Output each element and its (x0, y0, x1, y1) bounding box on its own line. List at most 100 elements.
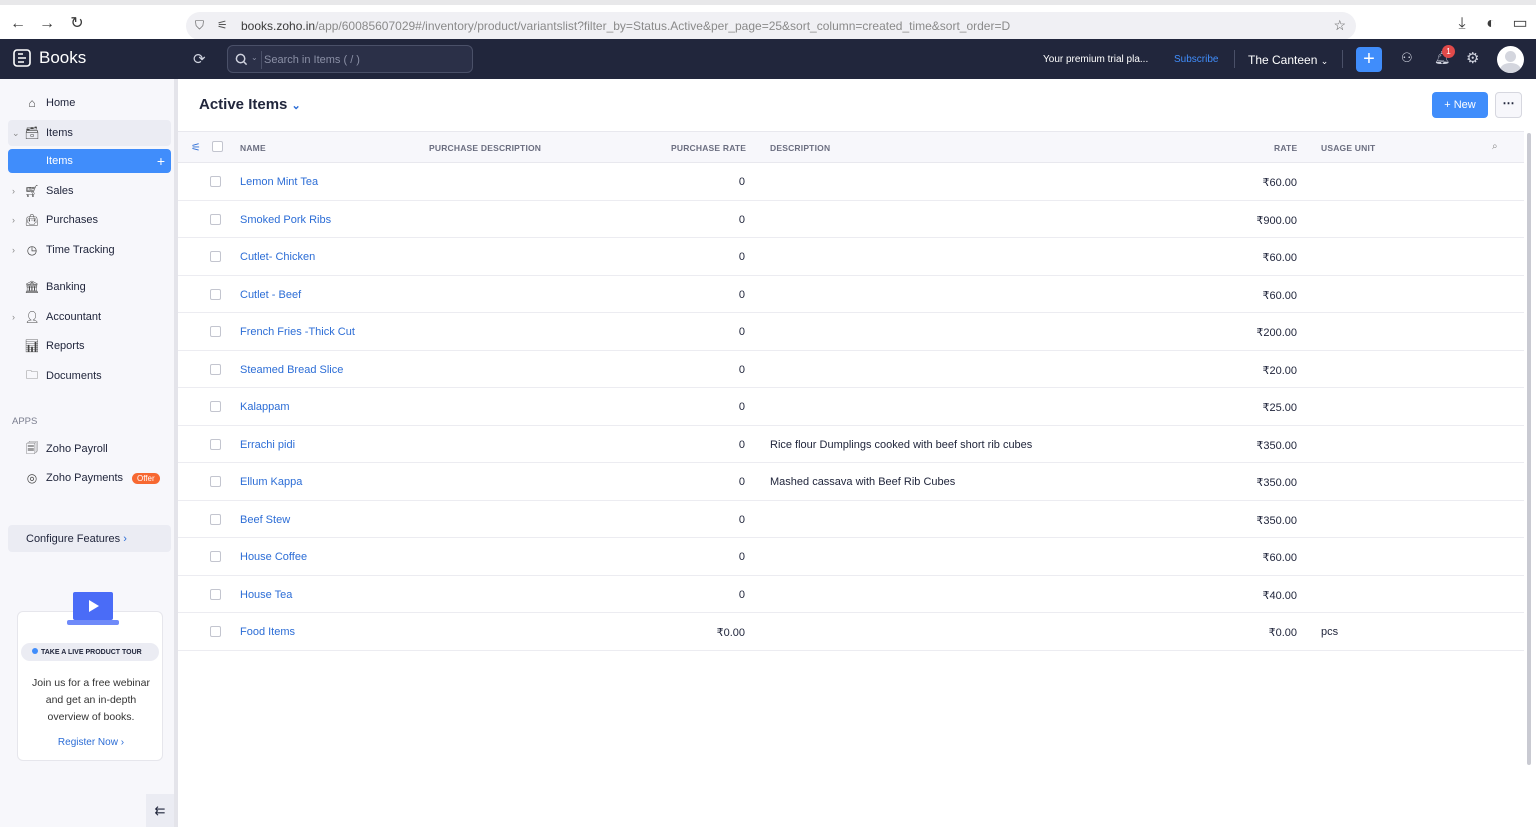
collapse-sidebar-icon[interactable]: ⇇ (146, 794, 174, 827)
sidebar-item-reports[interactable]: 📊︎ Reports (8, 333, 171, 359)
new-item-button[interactable]: + New (1432, 92, 1488, 118)
purchase-rate-cell: 0 (738, 326, 745, 338)
item-name-link[interactable]: Cutlet - Beef (240, 289, 301, 301)
more-options-button[interactable]: ⋯ (1495, 92, 1522, 118)
description-cell: Mashed cassava with Beef Rib Cubes (770, 476, 956, 488)
row-checkbox[interactable] (210, 326, 221, 337)
users-icon[interactable]: ⚇ (1401, 50, 1413, 66)
row-checkbox[interactable] (210, 476, 221, 487)
table-row[interactable]: Ellum Kappa 0 Mashed cassava with Beef Rib… (178, 463, 1524, 501)
browser-toolbar: ← → ↻ ⛉ ⚟ books.zoho.in/app/60085607029#… (0, 0, 1536, 40)
table-row[interactable]: Smoked Pork Ribs 0 ₹900.00 (178, 201, 1524, 238)
search-input[interactable] (264, 51, 464, 69)
item-name-link[interactable]: Smoked Pork Ribs (240, 214, 331, 226)
column-settings-icon[interactable]: ⚟ (191, 141, 201, 154)
sidebar-item-time-tracking[interactable]: › ◷ Time Tracking (8, 237, 171, 263)
download-icon[interactable]: ⤓ (1453, 15, 1471, 33)
row-checkbox[interactable] (210, 513, 221, 525)
table-row[interactable]: Lemon Mint Tea 0 ₹60.00 (178, 163, 1524, 201)
org-switcher[interactable]: The Canteen ⌄ (1248, 53, 1328, 67)
chevron-down-icon[interactable]: ⌄ (251, 53, 258, 62)
subscribe-link[interactable]: Subscribe (1174, 54, 1218, 65)
sidebar-item-zoho-payroll[interactable]: 🗐 Zoho Payroll (8, 436, 171, 462)
table-row[interactable]: Kalappam 0 ₹25.00 (178, 388, 1524, 426)
column-name[interactable]: NAME (240, 143, 266, 153)
table-row[interactable]: House Coffee 0 ₹60.00 (178, 538, 1524, 576)
purchase-rate-cell: 0 (738, 176, 745, 188)
item-name-link[interactable]: Ellum Kappa (240, 476, 302, 488)
laptop-video-icon (67, 592, 119, 625)
table-row[interactable]: French Fries -Thick Cut 0 ₹200.00 (178, 313, 1524, 351)
plus-icon[interactable]: + (157, 153, 165, 169)
table-row[interactable]: Errachi pidi 0 Rice flour Dumplings cooked… (178, 426, 1524, 463)
row-checkbox[interactable] (210, 588, 221, 600)
scrollbar[interactable] (1527, 133, 1531, 765)
item-name-link[interactable]: Kalappam (240, 401, 290, 413)
sidebar-item-purchases[interactable]: › 👜︎ Purchases (8, 207, 171, 233)
item-name-link[interactable]: Lemon Mint Tea (240, 176, 318, 188)
purchase-rate-cell: 0 (738, 251, 745, 263)
gear-icon[interactable]: ⚙ (1466, 49, 1479, 67)
address-bar[interactable]: ⛉ ⚟ books.zoho.in/app/60085607029#/inven… (186, 12, 1356, 40)
row-checkbox[interactable] (210, 401, 221, 412)
column-purchase-description[interactable]: PURCHASE DESCRIPTION (429, 143, 541, 153)
forward-icon[interactable]: → (38, 15, 56, 33)
view-selector[interactable]: Active Items ⌄ (199, 96, 301, 113)
sidebar-item-zoho-payments[interactable]: ◎ Zoho Payments Offer (8, 465, 171, 491)
table-row[interactable]: Cutlet- Chicken 0 ₹60.00 (178, 238, 1524, 276)
row-checkbox[interactable] (210, 213, 221, 225)
chevron-right-icon: › (12, 245, 15, 255)
item-name-link[interactable]: Food Items (240, 626, 295, 638)
item-name-link[interactable]: Steamed Bread Slice (240, 364, 343, 376)
avatar[interactable] (1497, 46, 1524, 73)
url-path: /app/60085607029#/inventory/product/vari… (315, 19, 1011, 33)
row-checkbox[interactable] (210, 176, 221, 187)
column-rate[interactable]: RATE (1274, 143, 1297, 153)
row-checkbox[interactable] (210, 438, 221, 450)
row-checkbox[interactable] (210, 288, 221, 300)
sidebar-item-accountant[interactable]: › 👤︎ Accountant (8, 304, 171, 330)
star-icon[interactable]: ☆ (1333, 17, 1346, 34)
sidebar-item-banking[interactable]: 🏛︎ Banking (8, 274, 171, 300)
purchase-rate-cell: 0 (738, 438, 745, 451)
extension-icon[interactable]: ◐ (1482, 15, 1500, 33)
table-row[interactable]: Beef Stew 0 ₹350.00 (178, 501, 1524, 538)
reload-icon[interactable]: ↻ (68, 15, 86, 33)
item-name-link[interactable]: French Fries -Thick Cut (240, 326, 355, 338)
purchase-rate-cell: 0 (738, 476, 745, 488)
sidebar-item-items[interactable]: ⌄ 🗃︎ Items (8, 120, 171, 146)
item-name-link[interactable]: Errachi pidi (240, 439, 295, 451)
configure-features-button[interactable]: Configure Features › (8, 525, 171, 552)
select-all-checkbox[interactable] (212, 141, 223, 152)
sidebar-item-home[interactable]: ⌂ Home (8, 90, 171, 116)
register-now-link[interactable]: Register Now › (18, 737, 164, 748)
payments-icon: ◎ (26, 471, 38, 485)
column-usage-unit[interactable]: USAGE UNIT (1321, 143, 1375, 153)
item-name-link[interactable]: House Tea (240, 589, 292, 601)
brand[interactable]: Books (12, 48, 86, 68)
sidebar-subitem-items[interactable]: Items + (8, 149, 171, 173)
row-checkbox[interactable] (210, 626, 221, 637)
table-row[interactable]: House Tea 0 ₹40.00 (178, 576, 1524, 613)
table-row[interactable]: Steamed Bread Slice 0 ₹20.00 (178, 351, 1524, 388)
row-checkbox[interactable] (210, 363, 221, 375)
item-name-link[interactable]: Beef Stew (240, 514, 290, 526)
column-purchase-rate[interactable]: PURCHASE RATE (671, 143, 746, 153)
column-description[interactable]: DESCRIPTION (770, 143, 830, 153)
sidebar-item-documents[interactable]: 🗀 Documents (8, 363, 171, 389)
purchase-rate-cell: 0 (738, 213, 745, 226)
sidebar-toggle-icon[interactable]: ▭ (1511, 15, 1529, 33)
table-row[interactable]: Cutlet - Beef 0 ₹60.00 (178, 276, 1524, 313)
chevron-right-icon: › (12, 186, 15, 196)
item-name-link[interactable]: Cutlet- Chicken (240, 251, 315, 263)
sidebar-item-sales[interactable]: › 🛒︎ Sales (8, 178, 171, 204)
search-icon[interactable]: ⌕ (1492, 141, 1498, 152)
recent-icon[interactable]: ⟳ (193, 50, 206, 68)
item-name-link[interactable]: House Coffee (240, 551, 307, 563)
quick-create-button[interactable]: + (1356, 47, 1382, 72)
row-checkbox[interactable] (210, 551, 221, 562)
search-box[interactable]: ⌄ (227, 45, 473, 73)
table-row[interactable]: Food Items ₹0.00 ₹0.00 pcs (178, 613, 1524, 651)
row-checkbox[interactable] (210, 251, 221, 262)
back-icon[interactable]: ← (9, 15, 27, 33)
